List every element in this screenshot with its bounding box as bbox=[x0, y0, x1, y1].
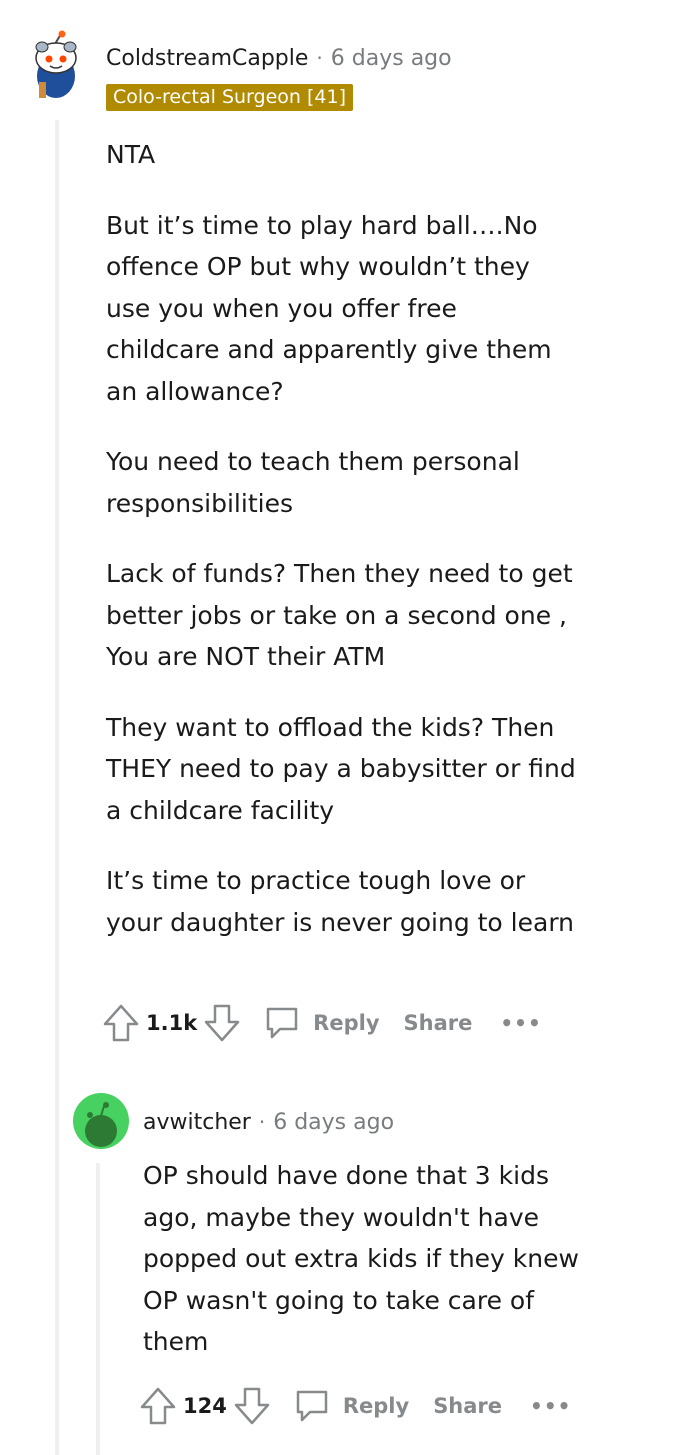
upvote-arrow-icon[interactable] bbox=[102, 1003, 140, 1043]
comment-actions: 124 Reply Share ••• bbox=[139, 1386, 571, 1426]
separator-dot: · bbox=[316, 46, 323, 70]
more-options-button[interactable]: ••• bbox=[530, 1394, 571, 1418]
comment-paragraph: OP should have done that 3 kids ago, may… bbox=[143, 1161, 579, 1356]
downvote-arrow-icon[interactable] bbox=[233, 1386, 271, 1426]
share-button[interactable]: Share bbox=[433, 1394, 502, 1418]
comment-paragraph: NTA bbox=[106, 140, 156, 169]
snoo-avatar-icon[interactable] bbox=[25, 30, 87, 108]
username[interactable]: avwitcher bbox=[143, 1110, 251, 1135]
reply-label: Reply bbox=[342, 1394, 410, 1418]
comment-header: ColdstreamCapple · 6 days ago bbox=[106, 42, 452, 74]
speech-bubble-icon bbox=[263, 1004, 301, 1042]
thread-line-nested[interactable] bbox=[96, 1163, 100, 1455]
comment-body: NTA But it’s time to play hard ball….No … bbox=[106, 134, 576, 943]
comment-paragraph: It’s time to practice tough love or your… bbox=[106, 866, 575, 937]
comment-actions: 1.1k Reply Share ••• bbox=[102, 1003, 542, 1043]
upvote-arrow-icon[interactable] bbox=[139, 1386, 177, 1426]
more-options-button[interactable]: ••• bbox=[500, 1011, 541, 1035]
share-button[interactable]: Share bbox=[404, 1011, 473, 1035]
user-flair: Colo-rectal Surgeon [41] bbox=[106, 84, 353, 111]
separator-dot: · bbox=[258, 1110, 266, 1134]
speech-bubble-icon bbox=[293, 1387, 331, 1425]
comment-paragraph: You need to teach them personal responsi… bbox=[106, 447, 520, 518]
comment-paragraph: They want to offload the kids? Then THEY… bbox=[106, 712, 576, 825]
reply-button[interactable]: Reply bbox=[263, 1004, 380, 1042]
thread-line-primary[interactable] bbox=[55, 120, 59, 1455]
score: 124 bbox=[183, 1394, 227, 1418]
comment-header: avwitcher · 6 days ago bbox=[143, 1106, 394, 1138]
default-snoo-avatar-icon[interactable] bbox=[73, 1093, 129, 1149]
reply-label: Reply bbox=[313, 1011, 380, 1035]
username[interactable]: ColdstreamCapple bbox=[106, 46, 308, 71]
comment-paragraph: But it’s time to play hard ball….No offe… bbox=[106, 210, 552, 406]
comment-paragraph: Lack of funds? Then they need to get bet… bbox=[106, 559, 573, 671]
reply-button[interactable]: Reply bbox=[293, 1387, 409, 1425]
timestamp[interactable]: 6 days ago bbox=[273, 1110, 394, 1135]
downvote-arrow-icon[interactable] bbox=[203, 1003, 241, 1043]
timestamp[interactable]: 6 days ago bbox=[331, 46, 452, 71]
comment-body: OP should have done that 3 kids ago, may… bbox=[143, 1155, 583, 1363]
score: 1.1k bbox=[146, 1011, 198, 1035]
